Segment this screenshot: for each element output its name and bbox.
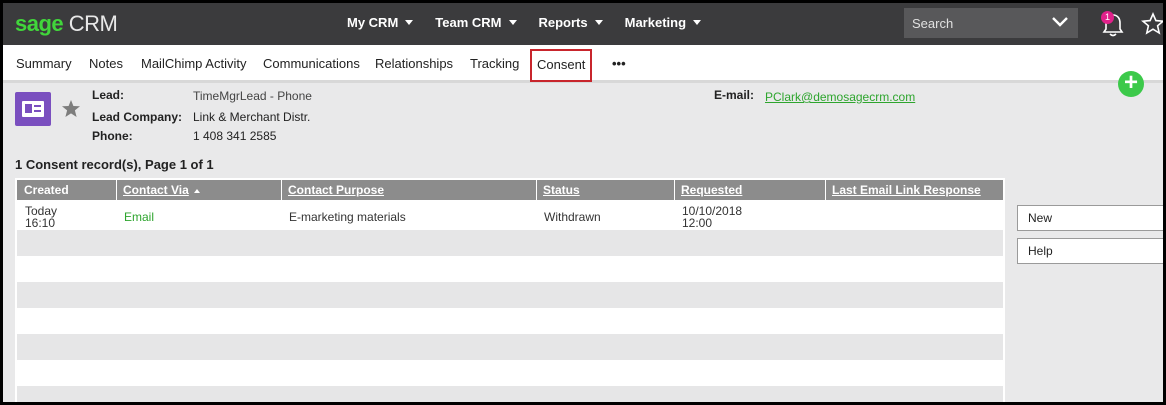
sage-crm-logo[interactable]: sage CRM	[15, 11, 118, 37]
logo-sage-text: sage	[15, 11, 64, 36]
consent-grid: Created Contact Via Contact Purpose Stat…	[15, 178, 1005, 402]
lead-card-icon	[15, 92, 51, 126]
records-summary: 1 Consent record(s), Page 1 of 1	[15, 157, 214, 172]
nav-reports[interactable]: Reports	[539, 15, 603, 30]
star-icon[interactable]	[61, 99, 81, 119]
tab-notes[interactable]: Notes	[89, 56, 123, 71]
help-button[interactable]: Help	[1017, 238, 1163, 264]
favorites-star-icon[interactable]	[1141, 12, 1163, 36]
cell-created-time: 16:10	[25, 216, 56, 230]
email-link[interactable]: PClark@demosagecrm.com	[765, 90, 915, 104]
empty-row	[17, 308, 1003, 334]
app-window: sage CRM My CRM Team CRM Reports Marketi…	[3, 3, 1163, 402]
more-tabs-button[interactable]: •••	[612, 56, 626, 71]
nav-marketing-label: Marketing	[624, 15, 687, 30]
add-button[interactable]: +	[1118, 71, 1144, 97]
search-box	[904, 8, 1078, 38]
caret-down-icon	[405, 20, 414, 25]
lead-company-value: Link & Merchant Distr.	[193, 110, 311, 124]
main-nav: My CRM Team CRM Reports Marketing	[347, 15, 723, 30]
nav-my-crm-label: My CRM	[347, 15, 399, 30]
empty-row	[17, 230, 1003, 256]
nav-team-crm-label: Team CRM	[435, 15, 502, 30]
phone-value: 1 408 341 2585	[193, 129, 277, 143]
column-header-last-email-link-response[interactable]: Last Email Link Response	[825, 180, 1003, 200]
empty-row	[17, 334, 1003, 360]
nav-marketing[interactable]: Marketing	[624, 15, 702, 30]
notification-badge: 1	[1101, 11, 1114, 24]
cell-requested-time: 12:00	[682, 216, 713, 230]
empty-row	[17, 360, 1003, 386]
column-header-contact-via-label: Contact Via	[123, 183, 189, 197]
search-input[interactable]	[904, 8, 1044, 38]
nav-team-crm[interactable]: Team CRM	[435, 15, 517, 30]
empty-row	[17, 282, 1003, 308]
empty-row	[17, 386, 1003, 402]
cell-status: Withdrawn	[544, 210, 601, 224]
cell-contact-purpose: E-marketing materials	[289, 210, 406, 224]
caret-down-icon	[508, 20, 517, 25]
tab-summary[interactable]: Summary	[16, 56, 72, 71]
caret-down-icon	[693, 20, 702, 25]
tab-mailchimp-activity[interactable]: MailChimp Activity	[141, 56, 246, 71]
empty-row	[17, 256, 1003, 282]
sort-ascending-icon	[193, 188, 200, 193]
logo-crm-text: CRM	[63, 11, 118, 36]
column-header-requested[interactable]: Requested	[674, 180, 825, 200]
phone-label: Phone:	[92, 129, 133, 143]
tab-bar: Summary Notes MailChimp Activity Communi…	[3, 45, 1163, 83]
new-button[interactable]: New	[1017, 205, 1163, 231]
email-label: E-mail:	[714, 88, 755, 102]
tab-communications[interactable]: Communications	[263, 56, 360, 71]
top-bar: sage CRM My CRM Team CRM Reports Marketi…	[3, 3, 1163, 45]
chevron-down-icon[interactable]	[1052, 16, 1068, 28]
nav-my-crm[interactable]: My CRM	[347, 15, 414, 30]
column-header-contact-purpose[interactable]: Contact Purpose	[281, 180, 536, 200]
grid-header: Created Contact Via Contact Purpose Stat…	[15, 178, 1005, 202]
lead-company-label: Lead Company:	[92, 110, 183, 124]
lead-label: Lead:	[92, 88, 125, 102]
lead-value: TimeMgrLead - Phone	[193, 89, 312, 103]
column-header-status[interactable]: Status	[536, 180, 674, 200]
table-row[interactable]: Today 16:10 Email E-marketing materials …	[17, 202, 1003, 230]
tab-relationships[interactable]: Relationships	[375, 56, 453, 71]
cell-contact-via-link[interactable]: Email	[124, 211, 154, 223]
caret-down-icon	[594, 20, 603, 25]
tab-consent[interactable]: Consent	[530, 49, 593, 82]
nav-reports-label: Reports	[538, 15, 588, 30]
column-header-created: Created	[24, 183, 69, 197]
column-header-contact-via[interactable]: Contact Via	[116, 180, 281, 200]
tab-tracking[interactable]: Tracking	[470, 56, 519, 71]
